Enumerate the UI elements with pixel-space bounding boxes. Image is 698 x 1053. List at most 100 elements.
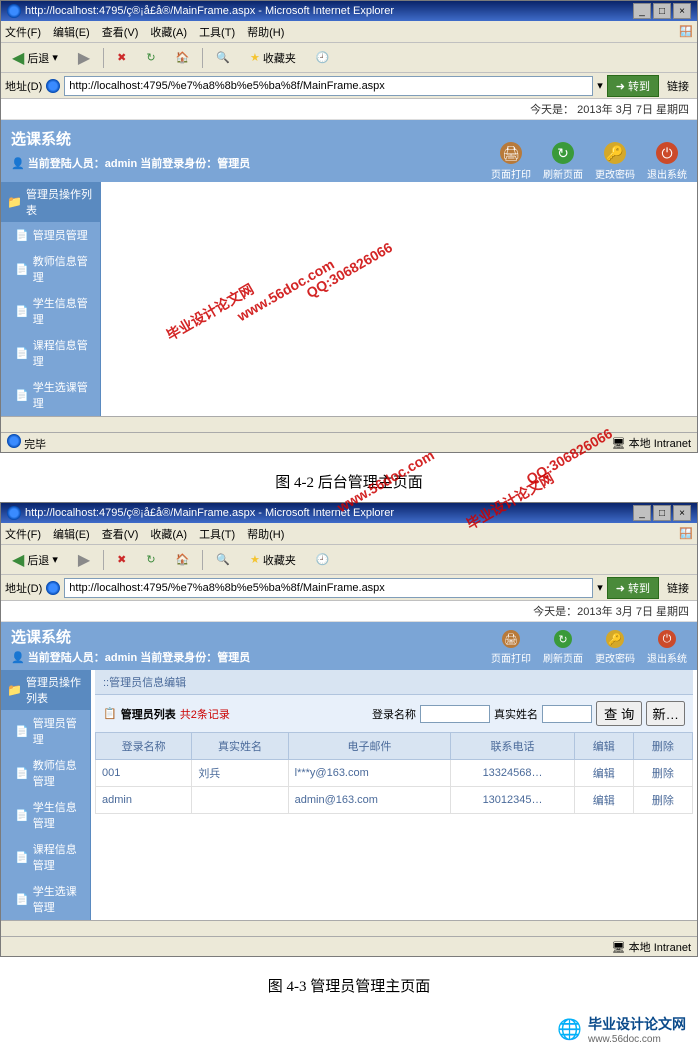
menu-view[interactable]: 查看(V) (102, 526, 139, 542)
page-icon: 📄 (15, 767, 29, 780)
search-button[interactable]: 🔍 (209, 48, 237, 67)
back-button[interactable]: ◀后退▾ (5, 547, 65, 573)
search-button[interactable]: 🔍 (209, 550, 237, 569)
close-button[interactable]: × (673, 505, 691, 521)
date-label: 今天是： (530, 104, 574, 116)
history-button[interactable]: 🕘 (309, 48, 337, 67)
cell-name[interactable]: 刘兵 (198, 768, 220, 780)
menu-view[interactable]: 查看(V) (102, 24, 139, 40)
go-button[interactable]: ➜ 转到 (607, 75, 659, 97)
list-label: 管理员列表 (121, 706, 176, 722)
cell-email[interactable]: admin@163.com (295, 794, 378, 806)
separator (103, 550, 104, 570)
cell-phone[interactable]: 13012345… (483, 794, 543, 806)
menu-help[interactable]: 帮助(H) (247, 24, 284, 40)
refresh-page-button[interactable]: ↻刷新页面 (543, 630, 583, 665)
refresh-page-button[interactable]: ↻刷新页面 (543, 142, 583, 181)
page-icon: 📄 (15, 263, 29, 276)
refresh-button[interactable]: ↻ (139, 48, 162, 67)
query-button[interactable]: 查 询 (596, 701, 642, 726)
address-dropdown-icon[interactable]: ▾ (597, 79, 603, 92)
page-icon: 📄 (15, 347, 29, 360)
address-input[interactable] (64, 578, 593, 598)
cell-login[interactable]: admin (102, 794, 132, 806)
power-icon: ⏻ (656, 142, 678, 164)
menu-tools[interactable]: 工具(T) (199, 526, 235, 542)
sidebar-item-admin[interactable]: 📄管理员管理 (1, 710, 90, 752)
sidebar-item-teacher[interactable]: 📄教师信息管理 (1, 248, 100, 290)
sidebar-item-course[interactable]: 📄课程信息管理 (1, 836, 90, 878)
favorites-button[interactable]: ★收藏夹 (243, 549, 303, 571)
menu-edit[interactable]: 编辑(E) (53, 24, 90, 40)
refresh-button[interactable]: ↻ (139, 550, 162, 569)
menu-file[interactable]: 文件(F) (5, 24, 41, 40)
new-button[interactable]: 新… (646, 701, 685, 726)
menu-file[interactable]: 文件(F) (5, 526, 41, 542)
sidebar-item-selection[interactable]: 📄学生选课管理 (1, 374, 100, 416)
cell-phone[interactable]: 13324568… (483, 767, 543, 779)
sidebar-item-course[interactable]: 📄课程信息管理 (1, 332, 100, 374)
close-button[interactable]: × (673, 3, 691, 19)
edit-link[interactable]: 编辑 (593, 795, 615, 807)
maximize-button[interactable]: □ (653, 505, 671, 521)
home-button[interactable]: 🏠 (169, 550, 197, 569)
go-button[interactable]: ➜ 转到 (607, 577, 659, 599)
forward-button[interactable]: ▶ (71, 45, 97, 71)
watermark: QQ:306826066 (303, 239, 395, 301)
titlebar: http://localhost:4795/ç®¡å£å®/MainFrame.… (1, 503, 697, 523)
sidebar: 📁管理员操作列表 📄管理员管理 📄教师信息管理 📄学生信息管理 📄课程信息管理 … (1, 182, 101, 416)
cell-login[interactable]: 001 (102, 767, 120, 779)
sidebar-item-student[interactable]: 📄学生信息管理 (1, 794, 90, 836)
print-button[interactable]: 🖨页面打印 (491, 142, 531, 181)
horizontal-scrollbar[interactable] (1, 920, 697, 936)
zone-text: 本地 Intranet (629, 942, 691, 954)
logout-button[interactable]: ⏻退出系统 (647, 142, 687, 181)
menu-favorites[interactable]: 收藏(A) (150, 526, 187, 542)
address-input[interactable] (64, 76, 593, 96)
stop-button[interactable]: ✖ (110, 48, 133, 67)
search-name-input[interactable] (542, 705, 592, 723)
maximize-button[interactable]: □ (653, 3, 671, 19)
col-login: 登录名称 (96, 733, 192, 760)
system-title: 选课系统 (11, 128, 250, 149)
list-icon: 📋 (103, 707, 117, 720)
search-login-input[interactable] (420, 705, 490, 723)
cell-email[interactable]: l***y@163.com (295, 767, 369, 779)
sidebar-item-teacher[interactable]: 📄教师信息管理 (1, 752, 90, 794)
edit-link[interactable]: 编辑 (593, 768, 615, 780)
logout-button[interactable]: ⏻退出系统 (647, 630, 687, 665)
delete-link[interactable]: 删除 (652, 768, 674, 780)
menu-favorites[interactable]: 收藏(A) (150, 24, 187, 40)
col-email: 电子邮件 (288, 733, 451, 760)
go-label: 转到 (628, 81, 650, 93)
delete-link[interactable]: 删除 (652, 795, 674, 807)
menu-help[interactable]: 帮助(H) (247, 526, 284, 542)
history-button[interactable]: 🕘 (309, 550, 337, 569)
sidebar-item-selection[interactable]: 📄学生选课管理 (1, 878, 90, 920)
change-password-button[interactable]: 🔑更改密码 (595, 142, 635, 181)
sidebar-item-admin[interactable]: 📄管理员管理 (1, 222, 100, 248)
minimize-button[interactable]: _ (633, 3, 651, 19)
back-button[interactable]: ◀ 后退 ▾ (5, 45, 65, 71)
statusbar: 🖥 本地 Intranet (1, 936, 697, 956)
sidebar-item-student[interactable]: 📄学生信息管理 (1, 290, 100, 332)
favorites-button[interactable]: ★ 收藏夹 (243, 47, 303, 69)
menu-tools[interactable]: 工具(T) (199, 24, 235, 40)
minimize-button[interactable]: _ (633, 505, 651, 521)
refresh-icon: ↻ (146, 51, 155, 64)
address-dropdown-icon[interactable]: ▾ (597, 581, 603, 594)
power-icon: ⏻ (658, 630, 676, 648)
forward-button[interactable]: ▶ (71, 547, 97, 573)
print-button[interactable]: 🖨页面打印 (491, 630, 531, 665)
home-button[interactable]: 🏠 (169, 48, 197, 67)
menu-edit[interactable]: 编辑(E) (53, 526, 90, 542)
links-button[interactable]: 链接 (663, 76, 693, 96)
window-title: http://localhost:4795/ç®¡å£å®/MainFrame.… (25, 5, 394, 17)
stop-button[interactable]: ✖ (110, 550, 133, 569)
footer-logo: 🌐 毕业设计论文网 www.56doc.com (0, 1006, 698, 1053)
links-button[interactable]: 链接 (663, 578, 693, 598)
horizontal-scrollbar[interactable] (1, 416, 697, 432)
search-icon: 🔍 (216, 553, 230, 566)
ie-icon (7, 434, 21, 448)
change-password-button[interactable]: 🔑更改密码 (595, 630, 635, 665)
